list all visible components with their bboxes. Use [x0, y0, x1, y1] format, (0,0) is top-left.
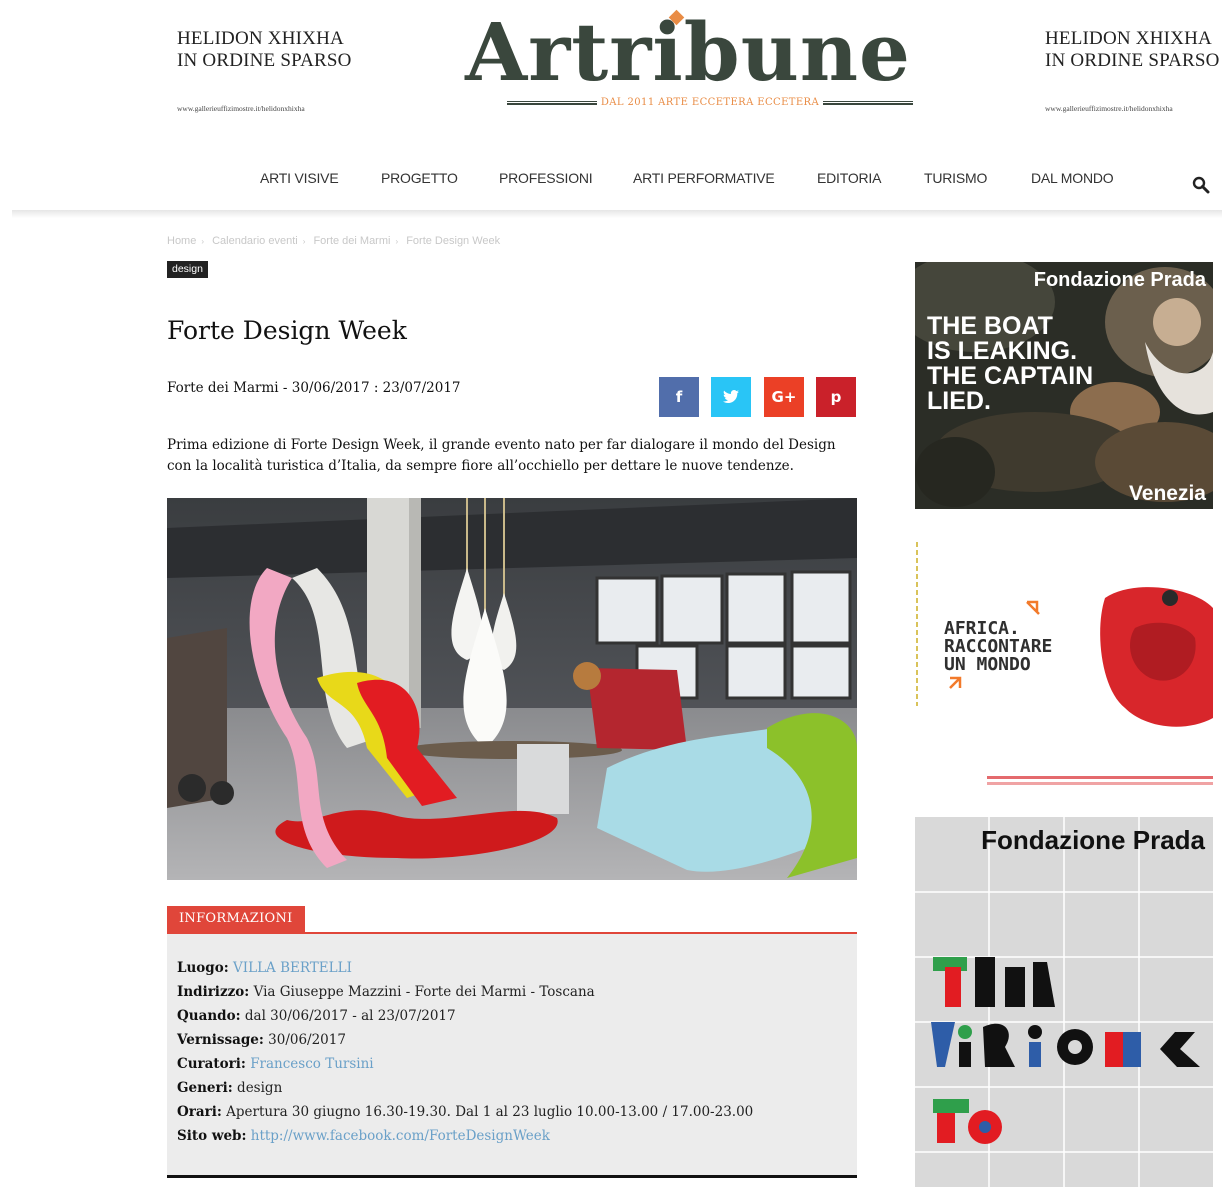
ad-url: www.gallerieuffizimostre.it/helidonxhixh… [1045, 104, 1173, 113]
twitter-icon [723, 390, 739, 403]
venue-link[interactable]: VILLA BERTELLI [233, 960, 352, 976]
info-label: Luogo: [177, 960, 229, 976]
breadcrumb-calendar[interactable]: Calendario eventi [212, 235, 298, 247]
logo-tagline: DAL 2011 ARTE ECCETERA ECCETERA [600, 97, 820, 108]
info-box: Luogo: VILLA BERTELLI Indirizzo: Via Giu… [167, 934, 857, 1178]
site-header: HELIDON XHIXHA IN ORDINE SPARSO www.gall… [0, 0, 1222, 150]
logo-rule [507, 100, 597, 105]
intro-line: con la località turistica d’Italia, da s… [167, 458, 794, 474]
sidebar-ad-africa[interactable]: AFRICA. RACCONTARE UN MONDO [915, 538, 1213, 790]
category-tag[interactable]: design [167, 261, 208, 278]
logo-tagline-row: DAL 2011 ARTE ECCETERA ECCETERA [507, 97, 913, 108]
breadcrumb-separator: › [395, 237, 399, 246]
ad-url: www.gallerieuffizimostre.it/helidonxhixh… [177, 104, 305, 113]
info-label: Orari: [177, 1104, 222, 1120]
ad1-headline-line: IS LEAKING. [927, 337, 1077, 365]
ad-artist-line: HELIDON XHIXHA [1045, 28, 1212, 49]
nav-item-turismo[interactable]: TURISMO [924, 170, 987, 186]
logo-wordmark: Artribune [465, 5, 911, 99]
sidebar-ad-prada-televisione[interactable]: Fondazione Prada [915, 817, 1213, 1187]
ad2-line: UN MONDO [944, 654, 1031, 675]
info-row-orari: Orari: Apertura 30 giugno 16.30-19.30. D… [177, 1100, 847, 1124]
intro-line: Prima edizione di Forte Design Week, il … [167, 437, 836, 453]
nav-item-dal-mondo[interactable]: DAL MONDO [1031, 170, 1114, 186]
breadcrumb-home[interactable]: Home [167, 235, 196, 247]
info-row-vernissage: Vernissage: 30/06/2017 [177, 1028, 847, 1052]
info-label: Indirizzo: [177, 984, 250, 1000]
info-value: dal 30/06/2017 - al 23/07/2017 [244, 1008, 456, 1024]
info-value: Apertura 30 giugno 16.30-19.30. Dal 1 al… [226, 1104, 754, 1120]
ad1-headline-line: THE BOAT [927, 312, 1053, 340]
nav-item-progetto[interactable]: PROGETTO [381, 170, 458, 186]
site-logo[interactable]: Artribune DAL 2011 ARTE ECCETERA ECCETER… [463, 6, 913, 116]
share-googleplus-button[interactable]: G+ [764, 377, 804, 417]
info-row-curatori: Curatori: Francesco Tursini [177, 1052, 847, 1076]
event-photo [167, 498, 857, 880]
info-label: Vernissage: [177, 1032, 264, 1048]
nav-item-arti-performative[interactable]: ARTI PERFORMATIVE [633, 170, 775, 186]
header-ad-left[interactable]: HELIDON XHIXHA IN ORDINE SPARSO www.gall… [177, 28, 367, 113]
ad1-headline-line: LIED. [927, 387, 991, 415]
ad3-brand: Fondazione Prada [981, 825, 1205, 855]
page-title: Forte Design Week [167, 316, 407, 345]
info-row-generi: Generi: design [177, 1076, 847, 1100]
breadcrumb-current: Forte Design Week [406, 235, 501, 247]
info-row-indirizzo: Indirizzo: Via Giuseppe Mazzini - Forte … [177, 980, 847, 1004]
share-pinterest-button[interactable]: p [816, 377, 856, 417]
ad-artist-line: HELIDON XHIXHA [177, 28, 344, 49]
search-icon[interactable] [1192, 176, 1210, 194]
ad1-brand: Fondazione Prada [1034, 269, 1207, 291]
info-row-sito: Sito web: http://www.facebook.com/ForteD… [177, 1124, 847, 1148]
ad-artist-line: IN ORDINE SPARSO [177, 50, 352, 71]
ad1-headline-line: THE CAPTAIN [927, 362, 1093, 390]
info-value: design [237, 1080, 283, 1096]
logo-rule [823, 100, 913, 105]
info-label: Quando: [177, 1008, 241, 1024]
sidebar-ad-prada-boat[interactable]: Fondazione Prada THE BOAT IS LEAKING. TH… [915, 262, 1213, 509]
info-row-quando: Quando: dal 30/06/2017 - al 23/07/2017 [177, 1004, 847, 1028]
breadcrumb-separator: › [302, 237, 306, 246]
ad1-city: Venezia [1129, 482, 1206, 505]
breadcrumb-city[interactable]: Forte dei Marmi [313, 235, 390, 247]
article-intro: Prima edizione di Forte Design Week, il … [167, 435, 857, 477]
info-value: 30/06/2017 [268, 1032, 346, 1048]
nav-divider [12, 210, 1222, 218]
info-label: Sito web: [177, 1128, 247, 1144]
nav-item-professioni[interactable]: PROFESSIONI [499, 170, 593, 186]
header-ad-right[interactable]: HELIDON XHIXHA IN ORDINE SPARSO www.gall… [1045, 28, 1222, 113]
info-value: Via Giuseppe Mazzini - Forte dei Marmi -… [253, 984, 595, 1000]
ad-artist-line: IN ORDINE SPARSO [1045, 50, 1220, 71]
nav-item-arti-visive[interactable]: ARTI VISIVE [260, 170, 339, 186]
info-label: Generi: [177, 1080, 233, 1096]
main-nav: ARTI VISIVE PROGETTO PROFESSIONI ARTI PE… [0, 170, 1222, 188]
curator-link[interactable]: Francesco Tursini [250, 1056, 373, 1072]
info-row-luogo: Luogo: VILLA BERTELLI [177, 956, 847, 980]
breadcrumb: Home › Calendario eventi › Forte dei Marmi… [167, 235, 505, 247]
website-link[interactable]: http://www.facebook.com/ForteDesignWeek [251, 1128, 550, 1144]
share-twitter-button[interactable] [711, 377, 751, 417]
nav-item-editoria[interactable]: EDITORIA [817, 170, 881, 186]
info-heading: INFORMAZIONI [167, 906, 305, 932]
info-label: Curatori: [177, 1056, 246, 1072]
breadcrumb-separator: › [201, 237, 205, 246]
info-section-header: INFORMAZIONI [167, 906, 857, 934]
share-facebook-button[interactable]: f [659, 377, 699, 417]
event-location-dates: Forte dei Marmi - 30/06/2017 : 23/07/201… [167, 380, 461, 396]
